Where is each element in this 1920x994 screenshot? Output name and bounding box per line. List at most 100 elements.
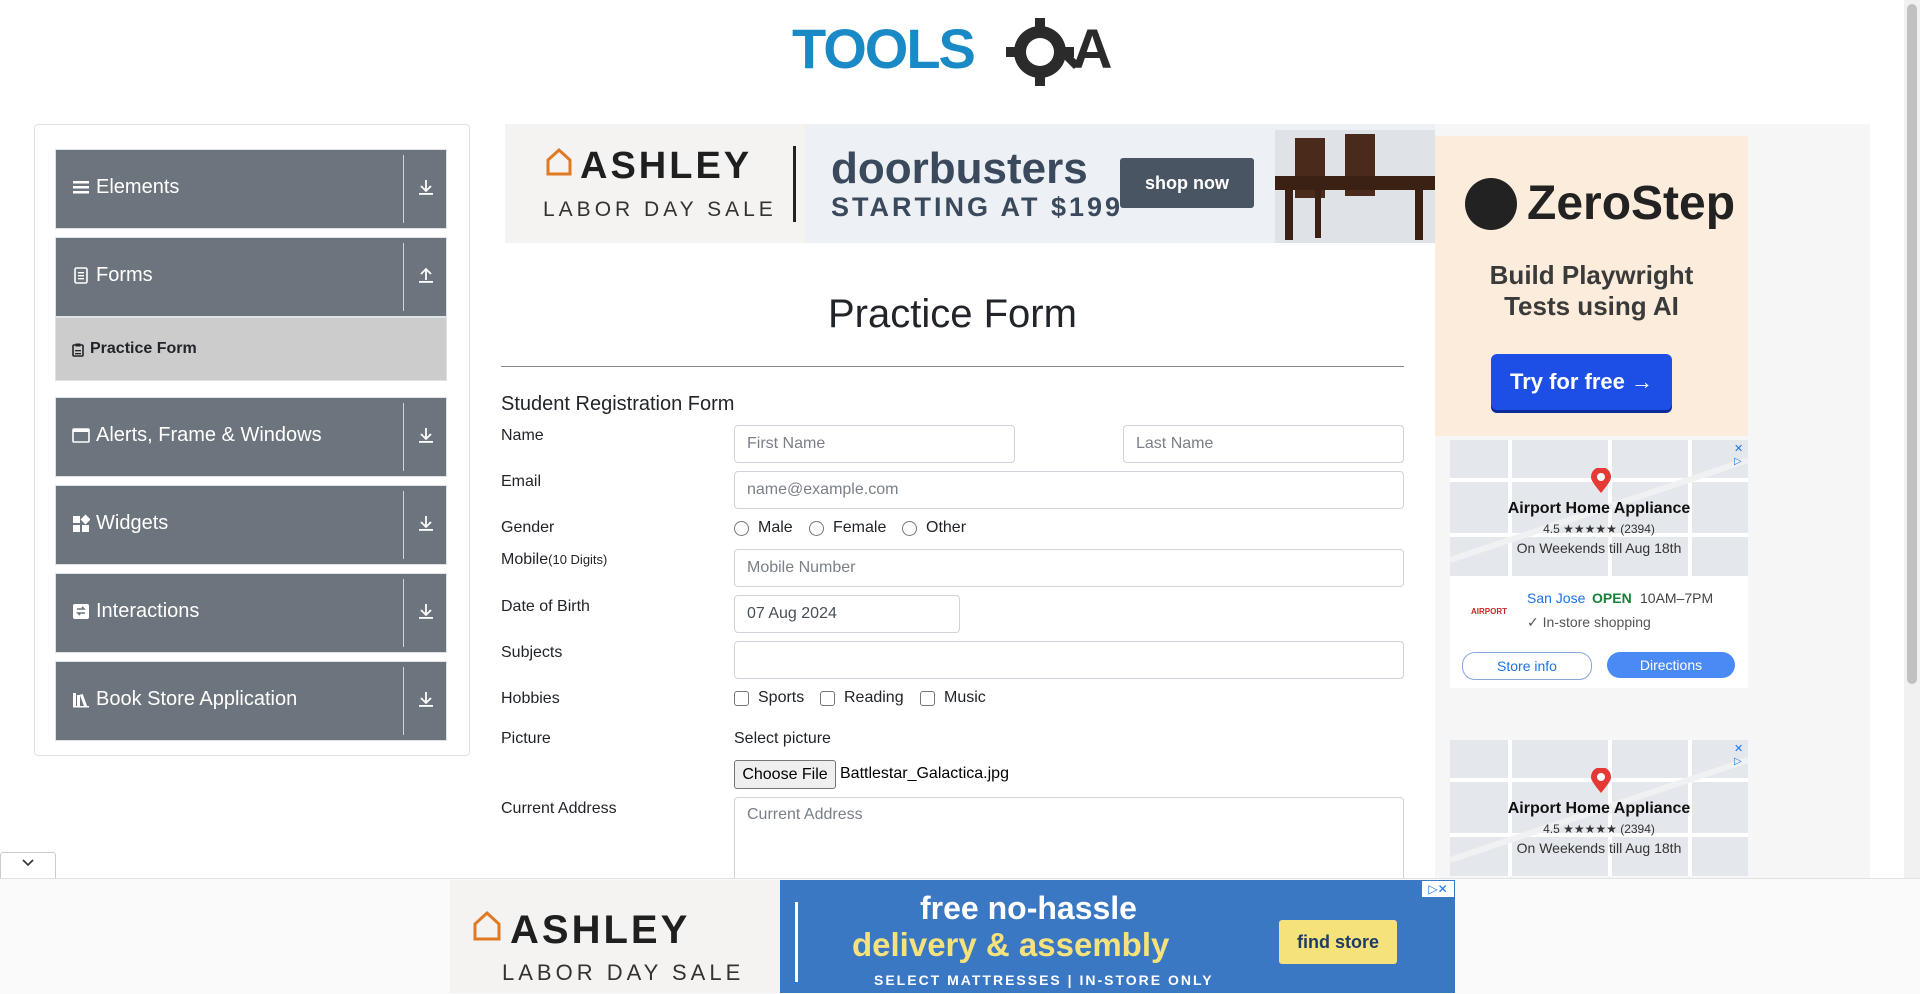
sidebar-group-label: Widgets: [96, 512, 169, 534]
download-arrow-icon[interactable]: [418, 602, 434, 622]
chevron-down-icon[interactable]: [21, 856, 35, 870]
hobby-sports-checkbox[interactable]: [734, 691, 749, 706]
zerostep-tagline-line1: Build Playwright: [1489, 260, 1694, 290]
hobby-reading-label[interactable]: Reading: [844, 689, 904, 707]
mobile-input[interactable]: [734, 549, 1404, 587]
sidebar-group-alerts-frame-windows[interactable]: Alerts, Frame & Windows: [55, 397, 447, 477]
sidebar-group-label: Forms: [96, 264, 153, 286]
sidebar-group-label: Alerts, Frame & Windows: [96, 424, 322, 446]
divider: [403, 403, 404, 471]
sidebar-group-widgets[interactable]: Widgets: [55, 485, 447, 565]
picture-label: Picture: [501, 730, 551, 747]
gender-other-label[interactable]: Other: [926, 519, 966, 537]
ad-divider: [793, 146, 796, 222]
shop-now-button[interactable]: shop now: [1120, 158, 1254, 208]
current-address-label: Current Address: [501, 800, 617, 817]
ad-sub: LABOR DAY SALE: [543, 198, 777, 221]
ad-line3: SELECT MATTRESSES | IN-STORE ONLY: [874, 972, 1214, 988]
store-map-ad[interactable]: ✕ ▷ Airport Home Appliance 4.5 ★★★★★ (23…: [1450, 440, 1748, 688]
store-city: San Jose: [1527, 590, 1586, 606]
toolsqa-logo[interactable]: TOOLS A: [790, 12, 1120, 92]
document-icon: [72, 266, 92, 286]
ad-sub: LABOR DAY SALE: [502, 960, 745, 985]
ad-close-icon[interactable]: ▷✕: [1422, 881, 1454, 897]
store-map-ad-2[interactable]: ✕ ▷ Airport Home Appliance 4.5 ★★★★★ (23…: [1450, 740, 1748, 876]
date-of-birth-input[interactable]: [734, 595, 960, 633]
download-arrow-icon[interactable]: [418, 514, 434, 534]
hobbies-label: Hobbies: [501, 690, 560, 707]
divider: [501, 366, 1404, 367]
ashley-bottom-ad[interactable]: ASHLEY LABOR DAY SALE free no-hassle del…: [450, 880, 1455, 993]
sidebar-item-label: Practice Form: [90, 340, 197, 357]
zerostep-tagline: Build Playwright Tests using AI: [1435, 260, 1748, 322]
sidebar-group-forms[interactable]: Forms: [55, 237, 447, 317]
download-arrow-icon[interactable]: [418, 690, 434, 710]
clipboard-icon: [72, 343, 84, 357]
ad-line2: delivery & assembly: [852, 926, 1170, 963]
upload-arrow-icon[interactable]: [418, 266, 434, 286]
divider: [403, 667, 404, 735]
books-icon: [72, 690, 92, 710]
find-store-button[interactable]: find store: [1279, 920, 1397, 964]
ad-headline: doorbusters: [831, 144, 1088, 193]
dining-table-image: [1275, 130, 1435, 243]
hamburger-icon: [72, 178, 92, 198]
svg-text:TOOLS: TOOLS: [792, 17, 975, 80]
sidebar-item-practice-form[interactable]: Practice Form: [55, 317, 447, 381]
hobby-music-label[interactable]: Music: [944, 689, 986, 707]
sidebar-group-label: Interactions: [96, 600, 200, 622]
map-pin-icon: [1590, 467, 1612, 494]
gender-male-radio[interactable]: [734, 521, 749, 536]
ad-brand: ASHLEY: [580, 145, 753, 187]
mobile-label-text: Mobile: [501, 551, 549, 568]
interactions-icon: [72, 602, 92, 622]
first-name-input[interactable]: [734, 425, 1015, 463]
select-picture-label: Select picture: [734, 730, 831, 747]
gender-other-radio[interactable]: [902, 521, 917, 536]
download-arrow-icon[interactable]: [418, 178, 434, 198]
try-for-free-button[interactable]: Try for free →: [1491, 354, 1672, 410]
hobby-reading-checkbox[interactable]: [820, 691, 835, 706]
ad-subline: STARTING AT $199: [831, 192, 1124, 222]
gender-female-radio[interactable]: [809, 521, 824, 536]
store-feature: ✓ In-store shopping: [1527, 614, 1651, 630]
subjects-label: Subjects: [501, 644, 563, 661]
ad-choices-icon[interactable]: ▷: [1734, 456, 1742, 467]
hobby-music-checkbox[interactable]: [920, 691, 935, 706]
ad-line1: free no-hassle: [920, 890, 1137, 926]
zerostep-brand: ZeroStep: [1527, 177, 1736, 230]
store-rating: 4.5 ★★★★★ (2394): [1543, 822, 1655, 836]
email-label: Email: [501, 473, 542, 490]
sidebar-group-interactions[interactable]: Interactions: [55, 573, 447, 653]
page-scrollbar-thumb[interactable]: [1907, 4, 1917, 684]
store-hours: 10AM–7PM: [1640, 590, 1714, 606]
download-arrow-icon[interactable]: [418, 426, 434, 446]
mobile-label: Mobile(10 Digits): [501, 551, 607, 569]
form-title: Student Registration Form: [501, 393, 735, 415]
gender-male-label[interactable]: Male: [758, 519, 793, 537]
ashley-banner-ad[interactable]: ASHLEY LABOR DAY SALE doorbusters STARTI…: [505, 124, 1435, 243]
collapse-ad-tab[interactable]: [0, 852, 56, 878]
mobile-hint: (10 Digits): [548, 552, 608, 567]
ad-close-icon[interactable]: ✕: [1734, 742, 1746, 755]
ad-close-icon[interactable]: ✕: [1734, 442, 1746, 455]
directions-button[interactable]: Directions: [1607, 652, 1735, 678]
choose-file-button[interactable]: Choose File: [734, 760, 836, 789]
store-status: OPEN: [1592, 590, 1632, 606]
gender-female-label[interactable]: Female: [833, 519, 886, 537]
subjects-input[interactable]: [734, 641, 1404, 679]
last-name-input[interactable]: [1123, 425, 1404, 463]
store-name: Airport Home Appliance: [1507, 800, 1691, 817]
zerostep-logo-icon: [1465, 178, 1517, 230]
store-info-button[interactable]: Store info: [1462, 652, 1592, 680]
divider: [403, 579, 404, 647]
sidebar-group-label: Book Store Application: [96, 688, 298, 710]
ad-choices-icon[interactable]: ▷: [1734, 756, 1742, 767]
email-input[interactable]: [734, 471, 1404, 509]
hobby-sports-label[interactable]: Sports: [758, 689, 804, 707]
sidebar-group-elements[interactable]: Elements: [55, 149, 447, 229]
house-logo-icon: [472, 910, 502, 942]
store-logo: AIRPORT: [1471, 607, 1507, 616]
zerostep-ad[interactable]: ZeroStep Build Playwright Tests using AI…: [1435, 136, 1748, 436]
sidebar-group-book-store[interactable]: Book Store Application: [55, 661, 447, 741]
